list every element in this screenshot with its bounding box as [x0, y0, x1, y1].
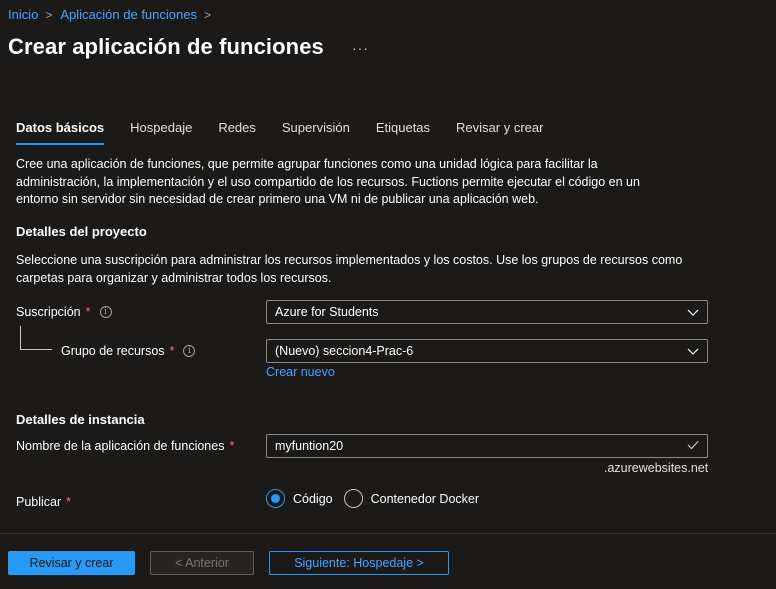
publish-option-docker[interactable]: Contenedor Docker: [343, 489, 480, 508]
resource-group-label: Grupo de recursos * i: [61, 344, 196, 358]
publish-label: Publicar *: [16, 495, 71, 509]
function-app-name-label-text: Nombre de la aplicación de funciones: [16, 439, 225, 453]
radio-checked-icon: [266, 489, 285, 508]
required-asterisk: *: [169, 344, 175, 358]
page-title: Crear aplicación de funciones: [8, 34, 324, 59]
checkmark-icon: [687, 441, 699, 450]
subscription-value: Azure for Students: [275, 305, 379, 319]
publish-option-codigo-label: Código: [293, 491, 333, 506]
publish-label-text: Publicar: [16, 495, 62, 509]
info-icon[interactable]: i: [99, 306, 112, 318]
function-app-name-input[interactable]: myfuntion20: [266, 434, 708, 458]
intro-line-3: entorno sin servidor sin necesidad de cr…: [16, 192, 539, 206]
required-asterisk: *: [66, 495, 72, 509]
intro-paragraph: Cree una aplicación de funciones, que pe…: [16, 156, 716, 209]
publish-radio-group: Código Contenedor Docker: [266, 489, 490, 508]
function-app-name-label: Nombre de la aplicación de funciones *: [16, 439, 234, 453]
radio-unchecked-icon: [343, 489, 363, 508]
project-desc-line-1: Seleccione una suscripción para administ…: [16, 253, 683, 267]
publish-option-docker-label: Contenedor Docker: [370, 491, 480, 506]
project-description: Seleccione una suscripción para administ…: [16, 252, 716, 287]
chevron-down-icon: [687, 348, 699, 355]
more-options-icon[interactable]: ···: [352, 40, 369, 56]
publish-option-codigo[interactable]: Código: [266, 489, 333, 508]
required-asterisk: *: [85, 305, 91, 319]
tab-bar: Datos básicos Hospedaje Redes Supervisió…: [16, 120, 569, 145]
breadcrumb-inicio[interactable]: Inicio: [8, 7, 38, 22]
subscription-label: Suscripción * i: [16, 305, 112, 319]
tab-redes[interactable]: Redes: [218, 120, 256, 145]
next-hospedaje-button[interactable]: Siguiente: Hospedaje >: [269, 551, 449, 575]
tree-connector: [20, 326, 52, 350]
resource-group-value: (Nuevo) seccion4-Prac-6: [275, 344, 414, 358]
intro-line-2: administración, la implementación y el u…: [16, 174, 640, 189]
info-icon[interactable]: i: [183, 345, 196, 357]
footer-divider: [0, 533, 776, 534]
chevron-right-icon: >: [203, 7, 211, 22]
review-create-button[interactable]: Revisar y crear: [8, 551, 135, 575]
create-new-link[interactable]: Crear nuevo: [266, 365, 335, 379]
tab-datos-basicos[interactable]: Datos básicos: [16, 120, 105, 145]
chevron-right-icon: >: [45, 7, 53, 22]
breadcrumb: Inicio > Aplicación de funciones >: [8, 7, 219, 22]
domain-suffix: .azurewebsites.net: [604, 461, 709, 475]
intro-line-1: Cree una aplicación de funciones, que pe…: [16, 157, 598, 171]
function-app-name-value: myfuntion20: [275, 439, 344, 453]
tab-etiquetas[interactable]: Etiquetas: [376, 120, 430, 145]
previous-button: < Anterior: [150, 551, 254, 575]
project-details-heading: Detalles del proyecto: [16, 224, 147, 239]
subscription-label-text: Suscripción: [16, 305, 81, 319]
tab-revisar-crear[interactable]: Revisar y crear: [456, 120, 543, 145]
tab-supervision[interactable]: Supervisión: [282, 120, 350, 145]
resource-group-select[interactable]: (Nuevo) seccion4-Prac-6: [266, 339, 708, 363]
project-desc-line-2: carpetas para organizar y administrar to…: [16, 270, 332, 285]
breadcrumb-aplicacion-funciones[interactable]: Aplicación de funciones: [60, 7, 197, 22]
resource-group-label-text: Grupo de recursos: [61, 344, 165, 358]
tab-hospedaje[interactable]: Hospedaje: [130, 120, 192, 145]
subscription-select[interactable]: Azure for Students: [266, 300, 708, 324]
required-asterisk: *: [229, 439, 235, 453]
instance-details-heading: Detalles de instancia: [16, 412, 145, 427]
chevron-down-icon: [687, 309, 699, 316]
